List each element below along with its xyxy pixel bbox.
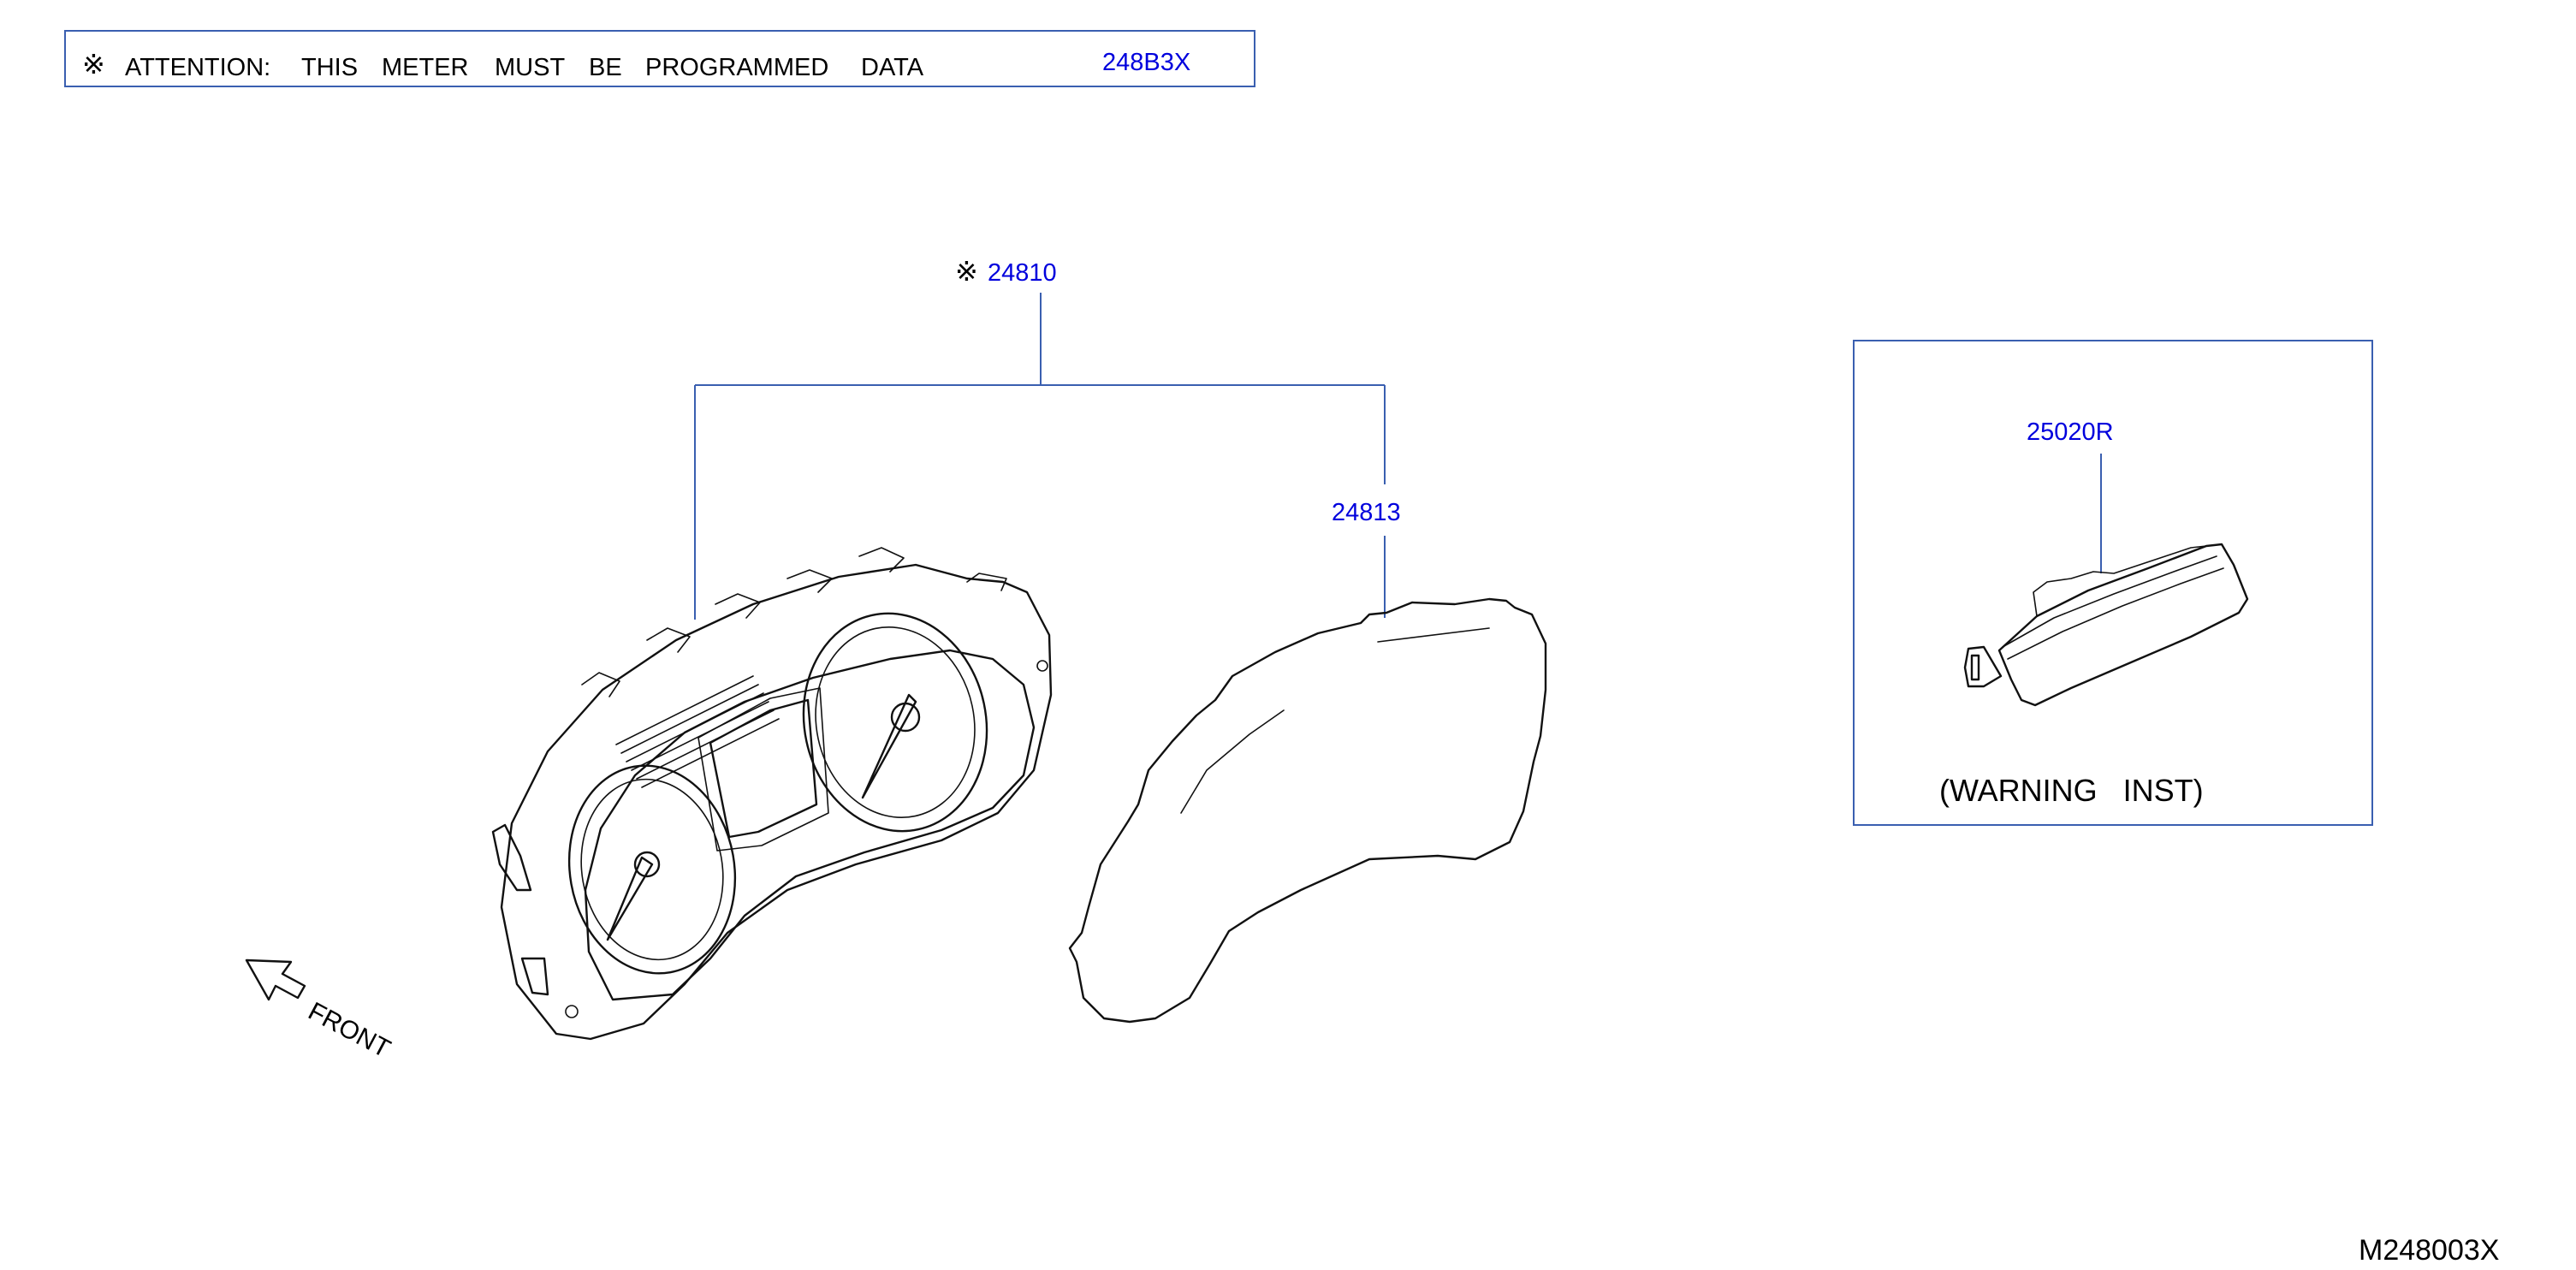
attention-word-6: PROGRAMMED: [645, 54, 828, 81]
lens-cover-outline: [1068, 597, 1547, 1024]
lens-cover-inner-edge: [1180, 627, 1490, 814]
speedometer-hub: [890, 702, 921, 733]
callout-24810-symbol: ※: [955, 256, 978, 287]
attention-notice: ※ ATTENTION: THIS METER MUST BE PROGRAMM…: [64, 30, 1255, 87]
meter-lens-cover-drawing: [1068, 597, 1547, 1024]
callout-248B3X[interactable]: 248B3X: [1102, 49, 1190, 76]
front-label: FRONT: [304, 997, 395, 1064]
attention-word-7: DATA: [861, 54, 924, 81]
attention-word-3: METER: [382, 54, 469, 81]
combination-meter-drawing: [491, 547, 1053, 1041]
warning-inst-frame: [1853, 340, 2373, 826]
speedometer-needle: [861, 693, 917, 799]
meter-mount-hole-2: [1036, 660, 1048, 672]
speedometer-dial: [802, 612, 988, 833]
diagram-id: M248003X: [2359, 1234, 2499, 1267]
callout-24813[interactable]: 24813: [1332, 499, 1401, 526]
callout-25020R[interactable]: 25020R: [2027, 418, 2114, 446]
callout-24810[interactable]: 24810: [988, 259, 1057, 287]
main-assembly-callout: ※ 24810 24813: [694, 256, 1401, 620]
leader-24810-bracket: [694, 293, 1386, 620]
meter-top-tabs: [581, 547, 1007, 697]
warning-unit-connector: [1963, 645, 2003, 688]
attention-word-1: ATTENTION:: [125, 54, 270, 81]
tachometer-needle: [606, 856, 654, 941]
center-display-screen: [709, 698, 818, 839]
warning-unit-body: [1997, 543, 2249, 707]
attention-word-2: THIS: [301, 54, 358, 81]
meter-bezel: [584, 649, 1036, 1001]
tachometer-dial-inner: [580, 778, 724, 961]
front-indicator: FRONT: [245, 958, 395, 1064]
warning-unit-drawing: [1963, 543, 2249, 707]
attention-symbol: ※: [82, 49, 105, 80]
attention-word-4: MUST: [495, 54, 565, 81]
parts-diagram-canvas: ※ ATTENTION: THIS METER MUST BE PROGRAMM…: [64, 30, 2499, 1267]
warning-inst-box: 25020R (WARNING INST): [1853, 340, 2373, 826]
meter-mount-hole: [565, 1005, 579, 1018]
front-direction-arrow-icon: [245, 958, 306, 1001]
warning-inst-caption: (WARNING INST): [1939, 773, 2204, 808]
tachometer-dial: [567, 764, 737, 975]
attention-word-5: BE: [589, 54, 622, 81]
